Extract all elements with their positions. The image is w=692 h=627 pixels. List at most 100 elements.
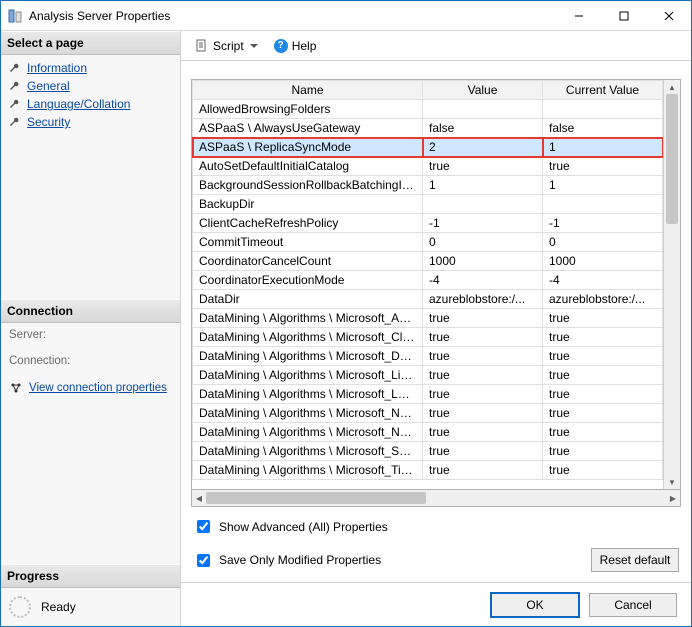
table-row[interactable]: CoordinatorExecutionMode-4-4 bbox=[193, 271, 663, 290]
table-row[interactable]: DataMining \ Algorithms \ Microsoft_Time… bbox=[193, 461, 663, 480]
cell-name[interactable]: ClientCacheRefreshPolicy bbox=[193, 214, 423, 233]
cell-value[interactable]: 0 bbox=[423, 233, 543, 252]
sidebar-page-link[interactable]: Information bbox=[5, 59, 176, 77]
scrollbar-thumb[interactable] bbox=[206, 492, 426, 504]
cell-name[interactable]: DataMining \ Algorithms \ Microsoft_Line… bbox=[193, 366, 423, 385]
cell-name[interactable]: CoordinatorExecutionMode bbox=[193, 271, 423, 290]
column-header-name[interactable]: Name bbox=[193, 81, 423, 100]
table-row[interactable]: AutoSetDefaultInitialCatalogtruetrue bbox=[193, 157, 663, 176]
cell-value[interactable]: true bbox=[423, 442, 543, 461]
chevron-down-icon[interactable]: ▼ bbox=[664, 475, 680, 489]
help-button[interactable]: ? Help bbox=[268, 36, 323, 56]
save-only-modified-input[interactable] bbox=[197, 554, 210, 567]
cell-name[interactable]: DataDir bbox=[193, 290, 423, 309]
cell-value[interactable] bbox=[423, 195, 543, 214]
cell-name[interactable]: DataMining \ Algorithms \ Microsoft_Deci… bbox=[193, 347, 423, 366]
cell-value[interactable]: true bbox=[423, 385, 543, 404]
close-button[interactable] bbox=[646, 1, 691, 30]
cell-name[interactable]: DataMining \ Algorithms \ Microsoft_Logi… bbox=[193, 385, 423, 404]
sidebar-page-link[interactable]: Security bbox=[5, 113, 176, 131]
cell-value[interactable]: 2 bbox=[423, 138, 543, 157]
cell-value[interactable]: true bbox=[423, 461, 543, 480]
chevron-up-icon[interactable]: ▲ bbox=[664, 80, 680, 94]
cell-name[interactable]: ASPaaS \ ReplicaSyncMode bbox=[193, 138, 423, 157]
cell-value[interactable]: azureblobstore:/... bbox=[423, 290, 543, 309]
vertical-scrollbar[interactable]: ▲ ▼ bbox=[663, 80, 680, 489]
table-row[interactable]: DataMining \ Algorithms \ Microsoft_Deci… bbox=[193, 347, 663, 366]
cell-current[interactable]: true bbox=[543, 366, 663, 385]
minimize-button[interactable] bbox=[556, 1, 601, 30]
cell-name[interactable]: AllowedBrowsingFolders bbox=[193, 100, 423, 119]
cell-current[interactable]: -4 bbox=[543, 271, 663, 290]
table-row[interactable]: CommitTimeout00 bbox=[193, 233, 663, 252]
cell-current[interactable]: true bbox=[543, 347, 663, 366]
reset-default-button[interactable]: Reset default bbox=[591, 548, 679, 572]
table-row[interactable]: ASPaaS \ ReplicaSyncMode21 bbox=[193, 138, 663, 157]
table-row[interactable]: DataMining \ Algorithms \ Microsoft_Logi… bbox=[193, 385, 663, 404]
cell-value[interactable]: true bbox=[423, 157, 543, 176]
table-row[interactable]: DataMining \ Algorithms \ Microsoft_Clus… bbox=[193, 328, 663, 347]
sidebar-page-link[interactable]: Language/Collation bbox=[5, 95, 176, 113]
cell-name[interactable]: DataMining \ Algorithms \ Microsoft_Clus… bbox=[193, 328, 423, 347]
cell-value[interactable]: true bbox=[423, 309, 543, 328]
cell-current[interactable] bbox=[543, 195, 663, 214]
cell-current[interactable] bbox=[543, 100, 663, 119]
cell-name[interactable]: DataMining \ Algorithms \ Microsoft_Asso… bbox=[193, 309, 423, 328]
cell-current[interactable]: 1000 bbox=[543, 252, 663, 271]
properties-grid[interactable]: Name Value Current Value AllowedBrowsing… bbox=[191, 79, 681, 490]
cell-current[interactable]: true bbox=[543, 461, 663, 480]
cell-value[interactable]: true bbox=[423, 347, 543, 366]
table-row[interactable]: DataMining \ Algorithms \ Microsoft_Naiv… bbox=[193, 404, 663, 423]
cell-current[interactable]: true bbox=[543, 157, 663, 176]
table-row[interactable]: BackgroundSessionRollbackBatchingInterva… bbox=[193, 176, 663, 195]
cell-name[interactable]: BackgroundSessionRollbackBatchingInterva… bbox=[193, 176, 423, 195]
table-row[interactable]: DataMining \ Algorithms \ Microsoft_Sequ… bbox=[193, 442, 663, 461]
cell-current[interactable]: true bbox=[543, 423, 663, 442]
cell-name[interactable]: DataMining \ Algorithms \ Microsoft_Time… bbox=[193, 461, 423, 480]
cell-name[interactable]: CoordinatorCancelCount bbox=[193, 252, 423, 271]
cell-name[interactable]: CommitTimeout bbox=[193, 233, 423, 252]
cell-value[interactable]: -4 bbox=[423, 271, 543, 290]
cell-value[interactable]: true bbox=[423, 366, 543, 385]
table-row[interactable]: CoordinatorCancelCount10001000 bbox=[193, 252, 663, 271]
horizontal-scrollbar[interactable]: ◀ ▶ bbox=[191, 490, 681, 507]
chevron-left-icon[interactable]: ◀ bbox=[192, 490, 206, 506]
sidebar-page-link[interactable]: General bbox=[5, 77, 176, 95]
cancel-button[interactable]: Cancel bbox=[589, 593, 677, 617]
cell-value[interactable]: false bbox=[423, 119, 543, 138]
cell-value[interactable]: 1000 bbox=[423, 252, 543, 271]
cell-name[interactable]: ASPaaS \ AlwaysUseGateway bbox=[193, 119, 423, 138]
column-header-value[interactable]: Value bbox=[423, 81, 543, 100]
cell-value[interactable]: true bbox=[423, 423, 543, 442]
table-row[interactable]: ASPaaS \ AlwaysUseGatewayfalsefalse bbox=[193, 119, 663, 138]
scrollbar-thumb[interactable] bbox=[666, 94, 678, 224]
cell-current[interactable]: true bbox=[543, 385, 663, 404]
cell-current[interactable]: 1 bbox=[543, 138, 663, 157]
table-row[interactable]: AllowedBrowsingFolders bbox=[193, 100, 663, 119]
view-connection-properties-link[interactable]: View connection properties bbox=[9, 381, 172, 395]
ok-button[interactable]: OK bbox=[491, 593, 579, 617]
cell-current[interactable]: true bbox=[543, 404, 663, 423]
save-only-modified-checkbox[interactable]: Save Only Modified Properties bbox=[193, 551, 381, 570]
cell-current[interactable]: 0 bbox=[543, 233, 663, 252]
table-row[interactable]: BackupDir bbox=[193, 195, 663, 214]
table-row[interactable]: DataMining \ Algorithms \ Microsoft_Asso… bbox=[193, 309, 663, 328]
chevron-right-icon[interactable]: ▶ bbox=[666, 490, 680, 506]
cell-name[interactable]: DataMining \ Algorithms \ Microsoft_Naiv… bbox=[193, 404, 423, 423]
show-advanced-checkbox[interactable]: Show Advanced (All) Properties bbox=[193, 517, 679, 536]
cell-current[interactable]: true bbox=[543, 442, 663, 461]
cell-current[interactable]: true bbox=[543, 328, 663, 347]
table-row[interactable]: DataDirazureblobstore:/...azureblobstore… bbox=[193, 290, 663, 309]
cell-value[interactable]: true bbox=[423, 404, 543, 423]
cell-value[interactable]: -1 bbox=[423, 214, 543, 233]
show-advanced-input[interactable] bbox=[197, 520, 210, 533]
table-row[interactable]: DataMining \ Algorithms \ Microsoft_Neur… bbox=[193, 423, 663, 442]
cell-value[interactable]: 1 bbox=[423, 176, 543, 195]
table-row[interactable]: DataMining \ Algorithms \ Microsoft_Line… bbox=[193, 366, 663, 385]
cell-value[interactable]: true bbox=[423, 328, 543, 347]
cell-current[interactable]: true bbox=[543, 309, 663, 328]
cell-name[interactable]: DataMining \ Algorithms \ Microsoft_Sequ… bbox=[193, 442, 423, 461]
cell-current[interactable]: azureblobstore:/... bbox=[543, 290, 663, 309]
maximize-button[interactable] bbox=[601, 1, 646, 30]
cell-name[interactable]: BackupDir bbox=[193, 195, 423, 214]
